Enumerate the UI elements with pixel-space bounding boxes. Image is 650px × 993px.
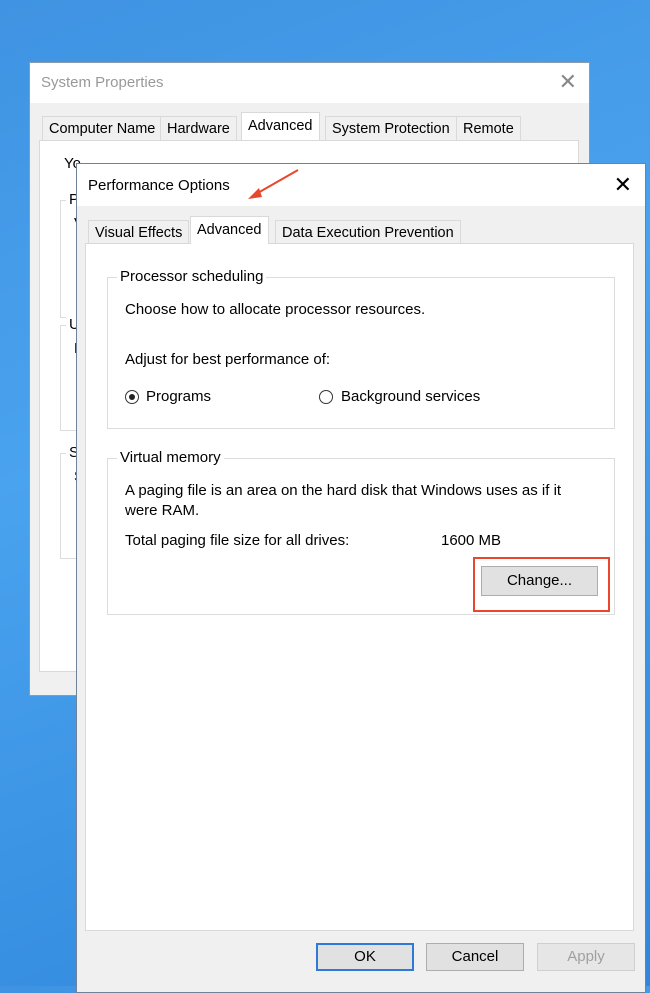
- tab-advanced[interactable]: Advanced: [241, 112, 320, 140]
- tab-advanced[interactable]: Advanced: [190, 216, 269, 244]
- annotation-arrow-icon: [248, 169, 299, 199]
